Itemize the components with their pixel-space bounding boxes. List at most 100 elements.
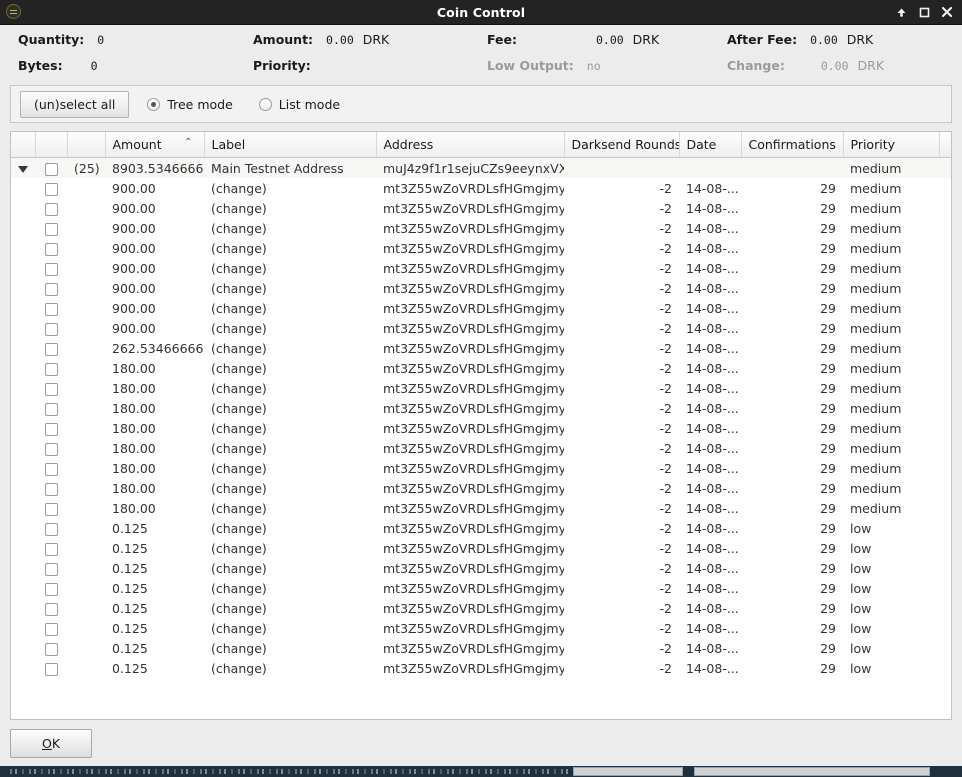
row-checkbox-cell[interactable]	[35, 278, 67, 298]
table-row[interactable]: 180.00 (change) mt3Z55wZoVRDLsfHGmgjmy... -…	[11, 418, 951, 438]
row-checkbox-cell[interactable]	[35, 538, 67, 558]
row-checkbox-cell[interactable]	[35, 518, 67, 538]
table-row[interactable]: 262.53466666 (change) mt3Z55wZoVRDLsfHGmgj…	[11, 338, 951, 358]
row-checkbox-cell[interactable]	[35, 438, 67, 458]
row-checkbox-cell[interactable]	[35, 458, 67, 478]
row-checkbox[interactable]	[44, 302, 58, 316]
row-checkbox-cell[interactable]	[35, 658, 67, 678]
table-row[interactable]: 0.125 (change) mt3Z55wZoVRDLsfHGmgjmy... -2…	[11, 558, 951, 578]
ok-button[interactable]: OK	[10, 728, 92, 758]
row-checkbox-cell[interactable]	[35, 558, 67, 578]
table-row[interactable]: 0.125 (change) mt3Z55wZoVRDLsfHGmgjmy... -2…	[11, 618, 951, 638]
row-checkbox-cell[interactable]	[35, 238, 67, 258]
column-header-darksend-rounds[interactable]: Darksend Rounds	[564, 132, 680, 158]
row-checkbox[interactable]	[44, 542, 58, 556]
row-checkbox-cell[interactable]	[35, 618, 67, 638]
table-row[interactable]: 180.00 (change) mt3Z55wZoVRDLsfHGmgjmy... -…	[11, 478, 951, 498]
table-row-parent[interactable]: (25) 8903.53466666 Main Testnet Address …	[11, 157, 951, 178]
chevron-down-icon[interactable]	[18, 165, 28, 173]
table-row[interactable]: 900.00 (change) mt3Z55wZoVRDLsfHGmgjmy... -…	[11, 278, 951, 298]
row-checkbox[interactable]	[44, 662, 58, 676]
column-header-date[interactable]: Date	[679, 132, 742, 158]
tree-mode-radio[interactable]: Tree mode	[147, 97, 233, 112]
row-checkbox[interactable]	[44, 362, 58, 376]
table-row[interactable]: 180.00 (change) mt3Z55wZoVRDLsfHGmgjmy... -…	[11, 438, 951, 458]
row-checkbox-cell[interactable]	[35, 598, 67, 618]
list-mode-radio[interactable]: List mode	[258, 97, 340, 112]
row-checkbox[interactable]	[44, 482, 58, 496]
row-checkbox[interactable]	[44, 422, 58, 436]
table-row[interactable]: 900.00 (change) mt3Z55wZoVRDLsfHGmgjmy... -…	[11, 238, 951, 258]
table-row[interactable]: 900.00 (change) mt3Z55wZoVRDLsfHGmgjmy... -…	[11, 318, 951, 338]
table-row[interactable]: 900.00 (change) mt3Z55wZoVRDLsfHGmgjmy... -…	[11, 178, 951, 198]
table-row[interactable]: 900.00 (change) mt3Z55wZoVRDLsfHGmgjmy... -…	[11, 218, 951, 238]
unselect-all-button[interactable]: (un)select all	[20, 90, 130, 118]
row-checkbox-cell[interactable]	[35, 418, 67, 438]
row-checkbox[interactable]	[44, 382, 58, 396]
close-button[interactable]	[940, 4, 954, 20]
column-header-tree[interactable]	[11, 132, 36, 158]
row-checkbox[interactable]	[44, 442, 58, 456]
row-checkbox[interactable]	[44, 202, 58, 216]
table-row[interactable]: 0.125 (change) mt3Z55wZoVRDLsfHGmgjmy... -2…	[11, 578, 951, 598]
row-checkbox-cell[interactable]	[35, 358, 67, 378]
table-row[interactable]: 180.00 (change) mt3Z55wZoVRDLsfHGmgjmy... -…	[11, 458, 951, 478]
table-row[interactable]: 900.00 (change) mt3Z55wZoVRDLsfHGmgjmy... -…	[11, 198, 951, 218]
column-header-confirmations[interactable]: Confirmations	[741, 132, 844, 158]
row-checkbox[interactable]	[44, 582, 58, 596]
tree-expander-cell[interactable]	[11, 157, 35, 178]
table-row[interactable]: 0.125 (change) mt3Z55wZoVRDLsfHGmgjmy... -2…	[11, 638, 951, 658]
column-header-address[interactable]: Address	[376, 132, 565, 158]
table-row[interactable]: 180.00 (change) mt3Z55wZoVRDLsfHGmgjmy... -…	[11, 398, 951, 418]
row-checkbox[interactable]	[44, 642, 58, 656]
row-checkbox-cell[interactable]	[35, 338, 67, 358]
row-checkbox-cell[interactable]	[35, 258, 67, 278]
row-checkbox[interactable]	[44, 522, 58, 536]
table-row[interactable]: 0.125 (change) mt3Z55wZoVRDLsfHGmgjmy... -2…	[11, 658, 951, 678]
row-checkbox[interactable]	[44, 222, 58, 236]
row-checkbox[interactable]	[44, 342, 58, 356]
child-count-spacer	[67, 418, 105, 438]
row-checkbox-cell[interactable]	[35, 578, 67, 598]
row-checkbox-cell[interactable]	[35, 498, 67, 518]
row-checkbox[interactable]	[44, 602, 58, 616]
table-row[interactable]: 0.125 (change) mt3Z55wZoVRDLsfHGmgjmy... -2…	[11, 518, 951, 538]
row-checkbox-cell[interactable]	[35, 398, 67, 418]
row-checkbox[interactable]	[44, 182, 58, 196]
row-checkbox[interactable]	[44, 322, 58, 336]
row-checkbox-cell[interactable]	[35, 157, 67, 178]
row-checkbox-cell[interactable]	[35, 318, 67, 338]
row-checkbox[interactable]	[44, 282, 58, 296]
table-row[interactable]: 180.00 (change) mt3Z55wZoVRDLsfHGmgjmy... -…	[11, 378, 951, 398]
row-checkbox[interactable]	[44, 242, 58, 256]
row-checkbox[interactable]	[44, 402, 58, 416]
row-checkbox[interactable]	[44, 462, 58, 476]
table-row[interactable]: 900.00 (change) mt3Z55wZoVRDLsfHGmgjmy... -…	[11, 258, 951, 278]
row-checkbox-cell[interactable]	[35, 198, 67, 218]
cell-priority: low	[850, 580, 872, 596]
maximize-button[interactable]	[917, 4, 931, 20]
row-checkbox[interactable]	[44, 502, 58, 516]
column-header-check[interactable]	[35, 132, 68, 158]
row-checkbox-cell[interactable]	[35, 638, 67, 658]
row-checkbox[interactable]	[44, 262, 58, 276]
column-header-priority[interactable]: Priority	[843, 132, 940, 158]
cell-label: (change)	[211, 220, 267, 236]
column-header-amount[interactable]: ⌃ Amount	[105, 132, 205, 158]
table-row[interactable]: 0.125 (change) mt3Z55wZoVRDLsfHGmgjmy... -2…	[11, 598, 951, 618]
row-checkbox[interactable]	[44, 162, 58, 176]
row-checkbox[interactable]	[44, 562, 58, 576]
row-checkbox-cell[interactable]	[35, 478, 67, 498]
shade-button[interactable]	[894, 4, 908, 20]
column-header-label[interactable]: Label	[204, 132, 377, 158]
table-row[interactable]: 900.00 (change) mt3Z55wZoVRDLsfHGmgjmy... -…	[11, 298, 951, 318]
table-row[interactable]: 0.125 (change) mt3Z55wZoVRDLsfHGmgjmy... -2…	[11, 538, 951, 558]
column-header-count[interactable]	[67, 132, 106, 158]
row-checkbox-cell[interactable]	[35, 178, 67, 198]
row-checkbox-cell[interactable]	[35, 218, 67, 238]
row-checkbox-cell[interactable]	[35, 378, 67, 398]
table-row[interactable]: 180.00 (change) mt3Z55wZoVRDLsfHGmgjmy... -…	[11, 358, 951, 378]
table-row[interactable]: 180.00 (change) mt3Z55wZoVRDLsfHGmgjmy... -…	[11, 498, 951, 518]
row-checkbox-cell[interactable]	[35, 298, 67, 318]
row-checkbox[interactable]	[44, 622, 58, 636]
